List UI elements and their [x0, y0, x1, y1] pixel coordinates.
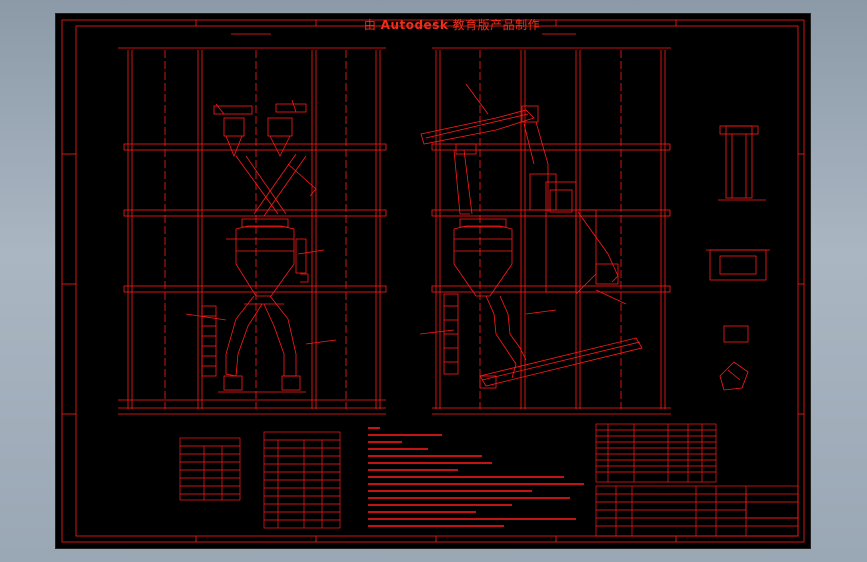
cad-drawing: [61, 19, 805, 543]
table-1: [179, 437, 241, 501]
inner-frame: [75, 25, 799, 537]
detail-views: [706, 125, 770, 391]
drawing-sheet: 由 Autodesk 教育版产品制作: [56, 14, 810, 548]
left-elevation-view: [118, 33, 387, 415]
technical-notes: [368, 427, 584, 527]
parts-list-table: [595, 423, 717, 483]
table-2: [263, 431, 341, 529]
title-block: [595, 485, 799, 537]
right-elevation-view: [419, 33, 671, 415]
